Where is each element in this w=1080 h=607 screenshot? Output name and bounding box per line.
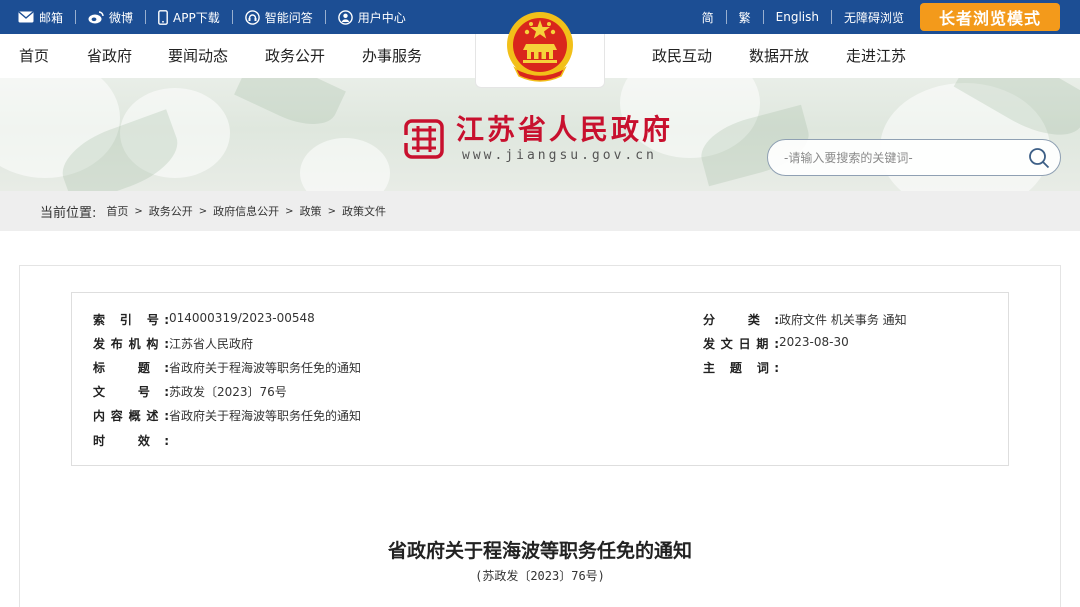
- search-input[interactable]: [784, 148, 1014, 168]
- language-links: 简 繁 English 无障碍浏览: [702, 0, 904, 34]
- meta-category-value: 政府文件 机关事务 通知: [779, 313, 907, 327]
- meta-date-row: 发文日期: 2023-08-30: [703, 335, 849, 352]
- divider: [324, 10, 326, 24]
- traditional-link[interactable]: 繁: [739, 9, 751, 26]
- phone-icon: [158, 9, 168, 25]
- meta-summary-key: 内容概述:: [93, 409, 169, 423]
- support-icon: [244, 9, 260, 25]
- user-center-link[interactable]: 用户中心: [337, 9, 406, 26]
- meta-title-row: 标 题: 省政府关于程海波等职务任免的通知: [93, 359, 361, 376]
- meta-subject-key: 主 题 词:: [703, 361, 779, 375]
- meta-subject-row: 主 题 词:: [703, 359, 779, 376]
- meta-title-value: 省政府关于程海波等职务任免的通知: [169, 361, 362, 375]
- meta-publisher-row: 发布机构: 江苏省人民政府: [93, 335, 253, 352]
- meta-summary-row: 内容概述: 省政府关于程海波等职务任免的通知: [93, 407, 361, 424]
- mail-link[interactable]: 邮箱: [18, 9, 63, 26]
- app-download-label: APP下载: [173, 10, 220, 25]
- smart-qa-link[interactable]: 智能问答: [244, 9, 313, 26]
- meta-category-key: 分 类:: [703, 313, 779, 327]
- breadcrumb-label: 当前位置:: [40, 205, 97, 221]
- nav-news[interactable]: 要闻动态: [168, 34, 228, 78]
- nav-home[interactable]: 首页: [19, 34, 49, 78]
- meta-date-value: 2023-08-30: [779, 335, 849, 349]
- english-link[interactable]: English: [776, 10, 819, 24]
- divider: [231, 10, 233, 24]
- smart-qa-label: 智能问答: [264, 10, 313, 25]
- meta-category-row: 分 类: 政府文件 机关事务 通知: [703, 311, 907, 328]
- weibo-link[interactable]: 微博: [88, 9, 133, 26]
- weibo-icon: [88, 11, 104, 24]
- meta-index-key: 索 引 号:: [93, 313, 169, 327]
- search-box: [767, 139, 1061, 176]
- meta-publisher-key: 发布机构:: [93, 337, 169, 351]
- meta-date-key: 发文日期:: [703, 337, 779, 351]
- nav-services[interactable]: 办事服务: [362, 34, 422, 78]
- document-title: 省政府关于程海波等职务任免的通知: [387, 540, 692, 562]
- breadcrumb-policy[interactable]: 政策: [300, 203, 322, 219]
- meta-validity-key: 时 效:: [93, 434, 169, 448]
- meta-docno-value: 苏政发〔2023〕76号: [169, 385, 287, 399]
- meta-index-row: 索 引 号: 014000319/2023-00548: [93, 311, 315, 328]
- search-icon[interactable]: [1028, 147, 1050, 169]
- breadcrumb-home[interactable]: 首页: [106, 203, 128, 219]
- divider: [762, 10, 764, 24]
- meta-index-value: 014000319/2023-00548: [169, 311, 315, 325]
- weibo-link-label: 微博: [109, 10, 134, 25]
- breadcrumb-bar: 当前位置: 首页 > 政务公开 > 政府信息公开 > 政策 > 政策文件: [0, 191, 1080, 231]
- nav-provincial-government[interactable]: 省政府: [87, 34, 132, 78]
- chevron-right-icon: >: [198, 205, 208, 217]
- user-center-label: 用户中心: [357, 10, 406, 25]
- divider: [145, 10, 147, 24]
- site-url: www.jiangsu.gov.cn: [462, 148, 657, 163]
- accessibility-link[interactable]: 无障碍浏览: [844, 9, 904, 26]
- utility-links: 邮箱 微博 APP下载 智能问答 用户中心: [18, 0, 406, 34]
- chevron-right-icon: >: [327, 205, 336, 217]
- chevron-right-icon: >: [285, 205, 294, 217]
- meta-docno-row: 文 号: 苏政发〔2023〕76号: [93, 383, 287, 400]
- breadcrumb-info-disclosure[interactable]: 政府信息公开: [213, 203, 279, 219]
- user-icon: [337, 9, 353, 25]
- divider: [725, 10, 727, 24]
- mail-icon: [18, 11, 34, 23]
- nav-interaction[interactable]: 政民互动: [652, 34, 712, 78]
- breadcrumb: 当前位置: 首页 > 政务公开 > 政府信息公开 > 政策 > 政策文件: [40, 191, 386, 231]
- chevron-right-icon: >: [134, 205, 143, 217]
- nav-government-affairs[interactable]: 政务公开: [265, 34, 325, 78]
- meta-publisher-value: 江苏省人民政府: [169, 337, 254, 351]
- jiangsu-logo-icon: [403, 119, 444, 159]
- breadcrumb-government-affairs[interactable]: 政务公开: [149, 203, 193, 219]
- simplified-link[interactable]: 简: [702, 9, 714, 26]
- meta-title-key: 标 题:: [93, 361, 169, 375]
- divider: [75, 10, 77, 24]
- breadcrumb-policy-documents[interactable]: 政策文件: [342, 203, 386, 219]
- document-number: (苏政发〔2023〕76号): [475, 569, 605, 583]
- national-emblem-icon[interactable]: [505, 10, 575, 86]
- meta-summary-value: 省政府关于程海波等职务任免的通知: [169, 409, 362, 423]
- meta-validity-row: 时 效:: [93, 432, 169, 449]
- nav-about-jiangsu[interactable]: 走进江苏: [846, 34, 906, 78]
- elder-mode-button[interactable]: 长者浏览模式: [920, 3, 1060, 31]
- app-download-link[interactable]: APP下载: [158, 9, 220, 26]
- divider: [830, 10, 832, 24]
- mail-link-label: 邮箱: [39, 10, 64, 25]
- site-title[interactable]: 江苏省人民政府: [456, 108, 673, 148]
- nav-open-data[interactable]: 数据开放: [749, 34, 809, 78]
- meta-docno-key: 文 号:: [93, 385, 169, 399]
